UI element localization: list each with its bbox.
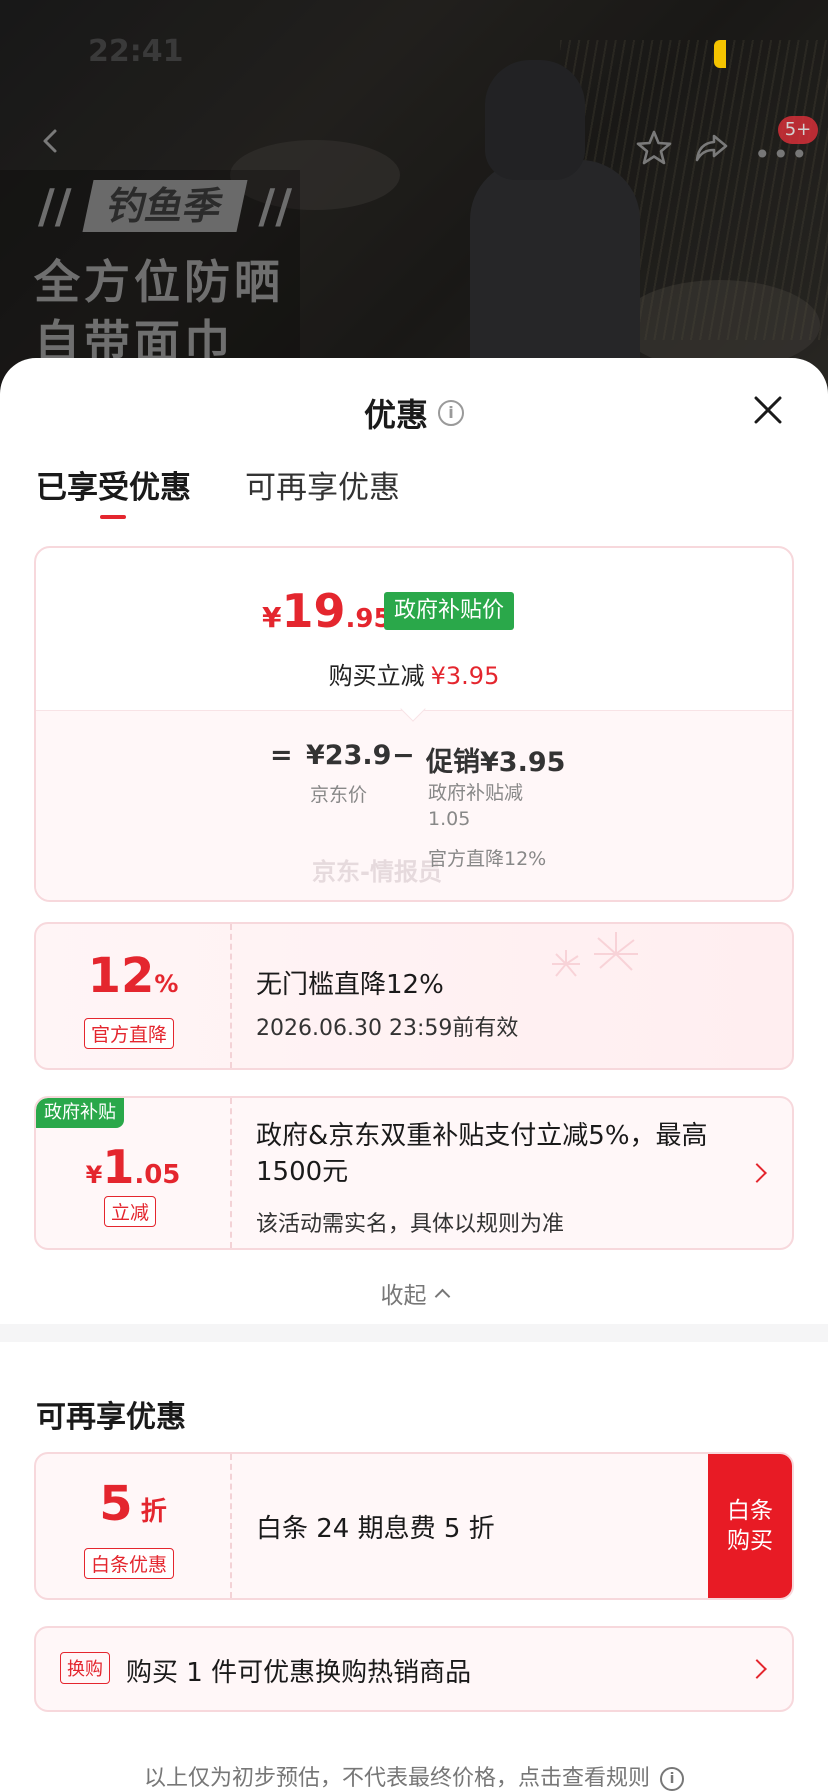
coupon-info: 政府&京东双重补贴支付立减5%，最高1500元 该活动需实名，具体以规则为准 bbox=[256, 1098, 768, 1248]
status-indicator bbox=[714, 40, 726, 68]
currency-symbol: ¥ bbox=[262, 601, 282, 634]
more-discounts-title: 可再享优惠 bbox=[36, 1400, 186, 1435]
promo-tag-text: 钓鱼季 bbox=[82, 180, 248, 232]
tab-enjoyed[interactable]: 已享受优惠 bbox=[36, 462, 191, 519]
buy-button-label: 白条购买 bbox=[727, 1498, 773, 1554]
coupon-baitiao[interactable]: 5折 白条优惠 白条 24 期息费 5 折 白条购买 bbox=[34, 1452, 794, 1600]
status-time: 22:41 bbox=[88, 34, 184, 69]
equals-sign: = bbox=[270, 740, 293, 771]
tab-label: 已享受优惠 bbox=[36, 470, 191, 506]
coupon-value-decimal: .05 bbox=[134, 1160, 181, 1190]
watermark: 京东-情报员 bbox=[312, 858, 442, 886]
share-icon[interactable] bbox=[692, 128, 732, 168]
jd-price: ¥23.9 bbox=[306, 740, 392, 771]
reduce-amount: ¥3.95 bbox=[430, 662, 500, 690]
coupon-title: 政府&京东双重补贴支付立减5%，最高1500元 bbox=[256, 1121, 708, 1187]
exchange-purchase-row[interactable]: 换购 购买 1 件可优惠换购热销商品 bbox=[34, 1626, 794, 1712]
star-icon[interactable] bbox=[634, 128, 674, 168]
chevron-right-icon[interactable] bbox=[747, 1659, 767, 1679]
sheet-title: 优惠 bbox=[363, 396, 428, 434]
collapse-label: 收起 bbox=[380, 1283, 427, 1309]
jd-price-label: 京东价 bbox=[310, 784, 368, 806]
coupon-title: 白条 24 期息费 5 折 bbox=[256, 1514, 495, 1544]
coupon-value-area: 5折 白条优惠 bbox=[36, 1454, 232, 1598]
minus-sign: − bbox=[392, 740, 415, 771]
coupon-value-number: 12 bbox=[87, 948, 155, 1004]
promo-amount: 促销¥3.95 bbox=[426, 747, 566, 778]
gov-subsidy-badge: 政府补贴价 bbox=[384, 592, 515, 630]
product-hero-image: 22:41 ••• 5+ // 钓鱼季 // 全方位防晒 自带面巾 bbox=[0, 0, 828, 400]
back-icon[interactable] bbox=[38, 128, 64, 154]
tab-indicator bbox=[100, 515, 126, 519]
exchange-tag: 换购 bbox=[60, 1652, 110, 1684]
coupon-title: 无门槛直降12% bbox=[256, 970, 444, 1000]
price-integer: 19 bbox=[281, 584, 346, 638]
instant-reduce-line: 购买立减 ¥3.95 bbox=[36, 656, 792, 691]
currency-symbol: ¥ bbox=[85, 1161, 103, 1189]
info-icon[interactable]: i bbox=[660, 1767, 684, 1791]
discount-sheet: 优惠 i 已享受优惠 可再享优惠 ¥19.95 政府补贴价 购买立减 ¥3.95 =… bbox=[0, 358, 828, 1792]
sheet-header: 优惠 i bbox=[0, 390, 828, 436]
official-discount-note: 官方直降12% bbox=[428, 848, 547, 870]
promo-tag: // 钓鱼季 // bbox=[38, 179, 293, 233]
coupon-value-area: 12% 官方直降 bbox=[36, 924, 232, 1068]
coupon-value-unit: 折 bbox=[140, 1497, 167, 1527]
tab-bar: 已享受优惠 可再享优惠 bbox=[36, 462, 400, 519]
coupon-info: 白条 24 期息费 5 折 bbox=[256, 1454, 768, 1598]
coupon-value-number: 5 bbox=[99, 1476, 133, 1532]
promo-headline-1: 全方位防晒 bbox=[34, 255, 284, 309]
info-icon[interactable]: i bbox=[438, 400, 464, 426]
coupon-value-area: ¥1.05 立减 bbox=[36, 1098, 232, 1248]
coupon-info: 无门槛直降12% 2026.06.30 23:59前有效 bbox=[256, 924, 768, 1068]
tab-more-available[interactable]: 可再享优惠 bbox=[245, 462, 400, 507]
gov-subsidy-note: 政府补贴减 1.05 bbox=[428, 782, 524, 830]
coupon-type-tag: 官方直降 bbox=[84, 1018, 175, 1049]
coupon-gov-subsidy[interactable]: 政府补贴 ¥1.05 立减 政府&京东双重补贴支付立减5%，最高1500元 该活… bbox=[34, 1096, 794, 1250]
message-badge: 5+ bbox=[778, 116, 818, 144]
coupon-type-tag: 白条优惠 bbox=[84, 1548, 175, 1579]
collapse-button[interactable]: 收起 bbox=[0, 1276, 828, 1310]
coupon-value: ¥1.05 bbox=[36, 1140, 230, 1194]
coupon-value-integer: 1 bbox=[102, 1140, 135, 1194]
coupon-rule-note: 该活动需实名，具体以规则为准 bbox=[256, 1212, 565, 1237]
coupon-value: 5折 bbox=[36, 1476, 230, 1532]
tab-label: 可再享优惠 bbox=[245, 470, 400, 506]
coupon-type-tag: 立减 bbox=[104, 1196, 157, 1227]
price-disclaimer[interactable]: 以上仅为初步预估，不代表最终价格，点击查看规则 i bbox=[0, 1760, 828, 1792]
chevron-up-icon bbox=[434, 1288, 450, 1305]
price-breakdown-card: ¥19.95 政府补贴价 购买立减 ¥3.95 = ¥23.9 − 促销¥3.95… bbox=[34, 546, 794, 902]
exchange-title: 购买 1 件可优惠换购热销商品 bbox=[126, 1658, 472, 1688]
disclaimer-text: 以上仅为初步预估，不代表最终价格，点击查看规则 bbox=[143, 1766, 650, 1791]
section-divider bbox=[0, 1324, 828, 1342]
reduce-label: 购买立减 bbox=[328, 662, 425, 690]
coupon-expiry: 2026.06.30 23:59前有效 bbox=[256, 1016, 519, 1041]
close-icon[interactable] bbox=[752, 394, 784, 426]
baitiao-buy-button[interactable]: 白条购买 bbox=[708, 1454, 792, 1598]
coupon-value: 12% bbox=[36, 948, 230, 1004]
final-price: ¥19.95 bbox=[262, 584, 392, 638]
coupon-value-unit: % bbox=[154, 970, 179, 998]
coupon-official-discount[interactable]: 12% 官方直降 无门槛直降12% 2026.06.30 23:59前有效 bbox=[34, 922, 794, 1070]
